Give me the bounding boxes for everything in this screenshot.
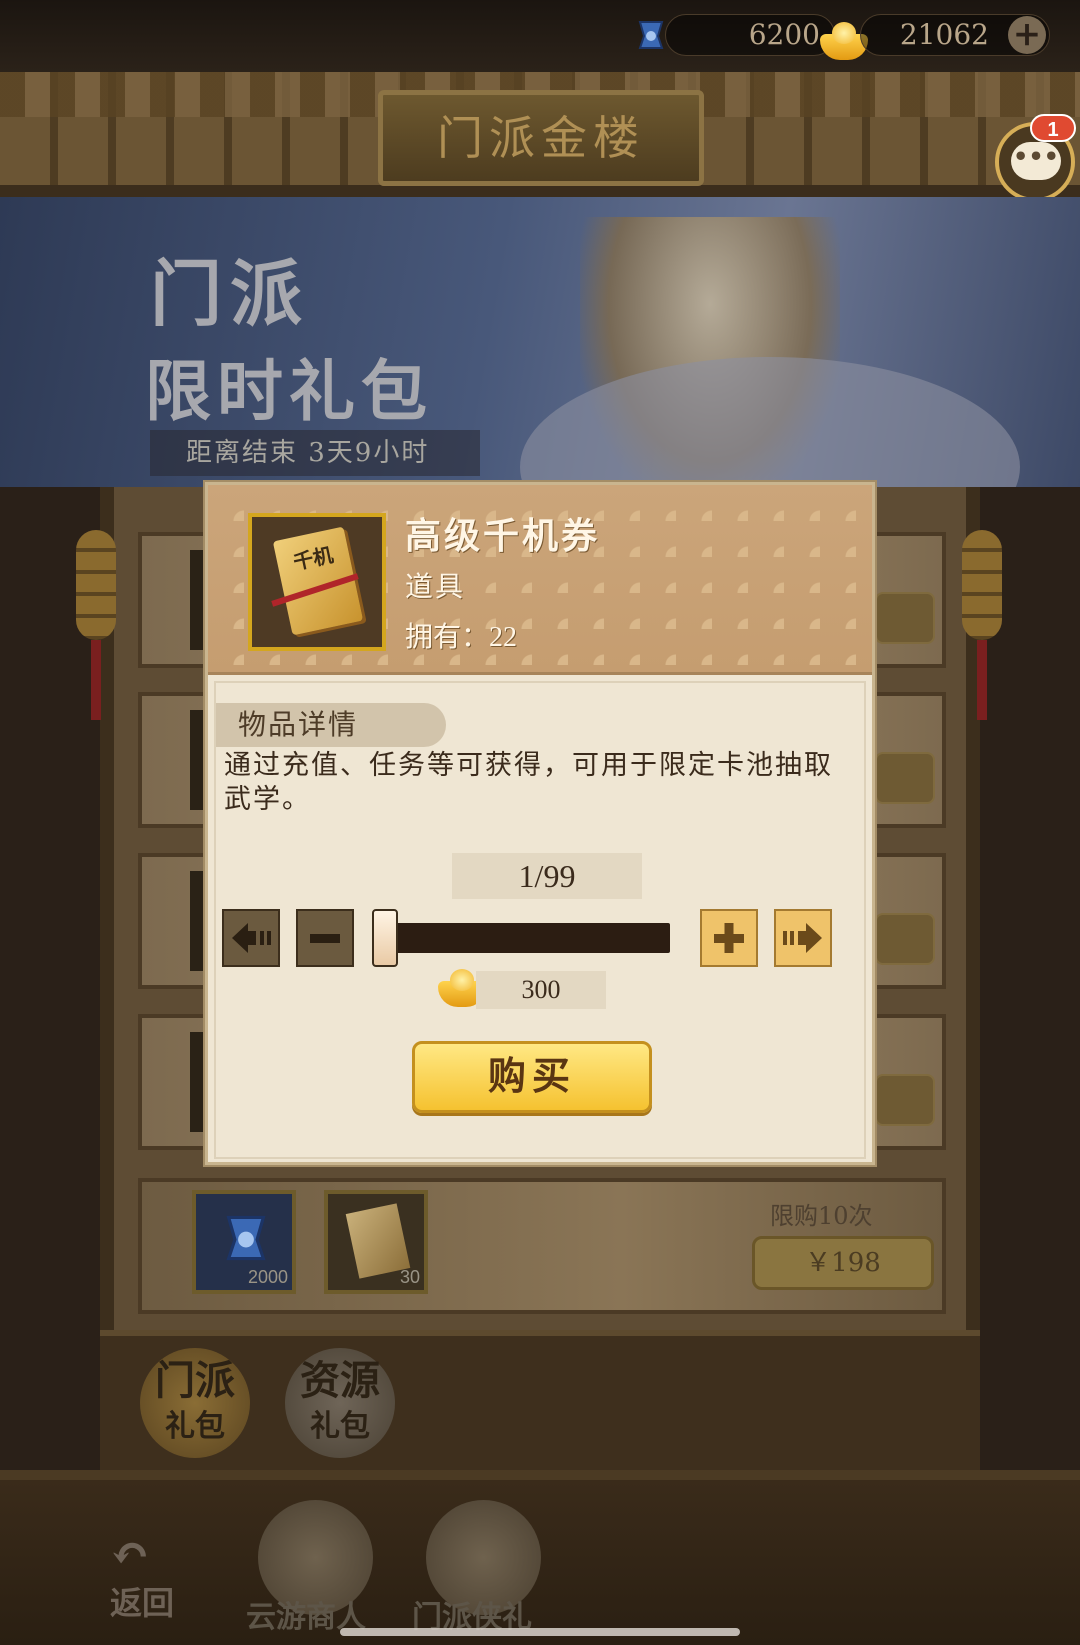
quantity-slider-handle[interactable] bbox=[372, 909, 398, 967]
gift-row-price-button[interactable] bbox=[875, 752, 935, 804]
banner-title-line2: 限时礼包 bbox=[145, 352, 433, 430]
gift-row-price-button[interactable] bbox=[875, 913, 935, 965]
tab-label-line2: 礼包 bbox=[165, 1409, 225, 1444]
jade-token-icon bbox=[226, 1215, 266, 1261]
lantern-right bbox=[962, 530, 1002, 640]
arrow-left-icon bbox=[232, 923, 271, 953]
lantern-left bbox=[76, 530, 116, 640]
bundle-item-book[interactable]: 30 bbox=[324, 1190, 428, 1294]
tab-label-line1: 资源 bbox=[300, 1357, 380, 1404]
item-type: 道具 bbox=[405, 570, 466, 603]
dialog-header: 千机 高级千机券 道具 拥有：22 bbox=[208, 485, 872, 675]
minus-icon bbox=[310, 934, 340, 943]
bundle-price-button[interactable]: ￥198 bbox=[752, 1236, 934, 1290]
plus-icon bbox=[714, 923, 744, 953]
tassel-right bbox=[977, 640, 987, 720]
chat-badge: 1 bbox=[1030, 114, 1076, 142]
tab-label-line2: 礼包 bbox=[310, 1409, 370, 1444]
book-cover-text: 千机 bbox=[291, 542, 336, 575]
total-price: 300 bbox=[476, 971, 606, 1009]
arrow-right-icon bbox=[783, 923, 822, 953]
detail-section-tag: 物品详情 bbox=[216, 703, 446, 747]
plus-icon: + bbox=[1012, 14, 1042, 54]
decrease-quantity-button[interactable] bbox=[296, 909, 354, 967]
home-indicator[interactable] bbox=[340, 1628, 740, 1636]
tassel-left bbox=[91, 640, 101, 720]
bundle-purchase-limit: 限购10次 bbox=[770, 1202, 873, 1230]
quantity-display: 1/99 bbox=[452, 853, 642, 899]
item-owned: 拥有：22 bbox=[405, 615, 517, 655]
max-quantity-button[interactable] bbox=[774, 909, 832, 967]
bundle-item-jade[interactable]: 2000 bbox=[192, 1190, 296, 1294]
owned-label: 拥有： bbox=[405, 620, 490, 653]
tab-sect-gift[interactable]: 门派 礼包 bbox=[140, 1348, 250, 1458]
item-name: 高级千机券 bbox=[405, 515, 601, 557]
banner-title-line1: 门派 bbox=[150, 251, 311, 336]
tab-resource-gift[interactable]: 资源 礼包 bbox=[285, 1348, 395, 1458]
min-quantity-button[interactable] bbox=[222, 909, 280, 967]
back-arrow-icon: ↶ bbox=[110, 1526, 151, 1582]
bundle-item-qty: 30 bbox=[399, 1267, 420, 1287]
back-label: 返回 bbox=[110, 1584, 175, 1622]
item-icon-frame: 千机 bbox=[248, 513, 386, 651]
gift-row-price-button[interactable] bbox=[875, 592, 935, 644]
back-button[interactable]: ↶ 返回 bbox=[110, 1526, 200, 1622]
increase-quantity-button[interactable] bbox=[700, 909, 758, 967]
quantity-slider-track[interactable] bbox=[376, 923, 670, 953]
item-description: 通过充值、任务等可获得，可用于限定卡池抽取武学。 bbox=[224, 750, 833, 815]
jade-currency-amount: 6200 bbox=[665, 14, 835, 56]
gift-row-price-button[interactable] bbox=[875, 1074, 935, 1126]
chat-bubble-icon: ••• bbox=[1011, 142, 1061, 180]
tab-label-line1: 门派 bbox=[155, 1357, 235, 1404]
owned-count: 22 bbox=[489, 622, 518, 653]
add-gold-button[interactable]: + bbox=[1008, 16, 1046, 54]
buy-button[interactable]: 购买 bbox=[412, 1041, 652, 1113]
bundle-item-qty: 2000 bbox=[247, 1267, 288, 1287]
dialog-body: 物品详情 通过充值、任务等可获得，可用于限定卡池抽取武学。 1/99 300 购… bbox=[214, 681, 866, 1159]
item-purchase-dialog: 千机 高级千机券 道具 拥有：22 物品详情 通过充值、任务等可获得，可用于限定… bbox=[205, 482, 875, 1165]
countdown-timer: 距离结束 3天9小时 bbox=[150, 430, 480, 476]
page-title: 门派金楼 bbox=[378, 90, 704, 186]
